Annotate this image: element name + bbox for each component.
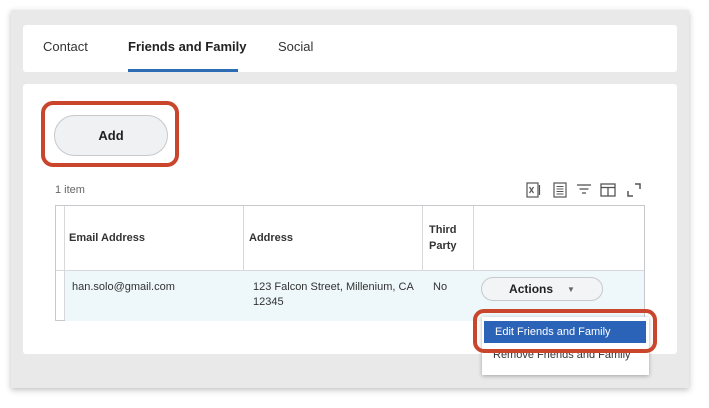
active-tab-indicator [128,69,238,72]
column-header-email: Email Address [69,232,146,244]
actions-label: Actions [509,282,554,296]
tab-contact[interactable]: Contact [43,25,88,72]
third-party-cell: No [433,281,448,293]
filter-icon[interactable] [576,182,592,198]
edit-menu-highlight [473,309,657,353]
column-header-address: Address [249,232,294,244]
column-header-actions [479,206,639,270]
actions-button[interactable]: Actions ▼ [481,277,603,301]
columns-icon[interactable] [600,182,616,198]
fullscreen-icon[interactable] [626,182,642,198]
item-count: 1 item [55,184,85,196]
column-header-third-party: Third Party [429,224,457,252]
tab-social[interactable]: Social [278,25,313,72]
tab-friends-and-family[interactable]: Friends and Family [128,25,246,72]
excel-export-icon[interactable] [526,182,542,198]
email-cell: han.solo@gmail.com [72,281,175,293]
friends-family-table: Email Address Address Third Party han.so… [55,205,645,321]
address-cell: 123 Falcon Street, Millenium, CA 12345 [253,281,414,308]
add-button[interactable]: Add [54,115,168,156]
tab-bar: Contact Friends and Family Social [23,25,677,72]
chevron-down-icon: ▼ [567,284,575,294]
print-icon[interactable] [552,182,568,198]
